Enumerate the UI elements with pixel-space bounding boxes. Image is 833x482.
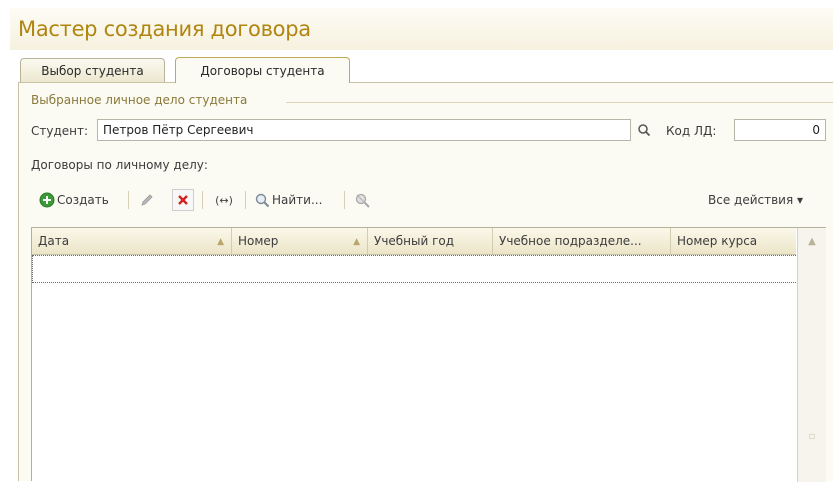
column-header-course[interactable]: Номер курса — [671, 228, 796, 254]
create-button[interactable]: Создать — [57, 193, 109, 207]
delete-icon[interactable] — [172, 189, 194, 211]
toolbar-separator — [128, 191, 129, 209]
column-label: Номер курса — [677, 234, 758, 248]
contracts-label: Договоры по личному делу: — [31, 158, 208, 172]
student-label: Студент: — [31, 124, 89, 138]
edit-icon[interactable] — [138, 191, 156, 209]
group-title: Выбранное личное дело студента — [31, 93, 248, 107]
toolbar-separator — [202, 191, 203, 209]
column-label: Дата — [38, 234, 70, 248]
code-value: 0 — [812, 123, 820, 137]
group-divider — [286, 102, 833, 103]
search-icon[interactable] — [634, 120, 654, 140]
contracts-table[interactable]: Дата ▲ Номер ▲ Учебный год Учебное подра… — [31, 227, 826, 482]
toolbar-separator — [245, 191, 246, 209]
column-header-academic-year[interactable]: Учебный год — [368, 228, 493, 254]
scroll-thumb-icon[interactable]: ▫ — [798, 426, 826, 446]
column-label: Учебный год — [374, 234, 455, 248]
student-value: Петров Пётр Сергеевич — [103, 123, 254, 137]
tab-label: Договоры студента — [200, 63, 325, 78]
expand-icon[interactable]: (↔) — [212, 191, 236, 209]
tab-student-selection[interactable]: Выбор студента — [20, 58, 165, 82]
code-field[interactable]: 0 — [734, 119, 826, 141]
add-icon[interactable] — [38, 191, 56, 209]
toolbar-separator — [344, 191, 345, 209]
page-title: Мастер создания договора — [18, 17, 311, 41]
column-label: Номер — [238, 234, 279, 248]
column-header-number[interactable]: Номер ▲ — [232, 228, 368, 254]
find-icon[interactable] — [253, 191, 271, 209]
table-row[interactable] — [32, 255, 798, 283]
tab-label: Выбор студента — [41, 63, 144, 78]
cancel-search-icon[interactable] — [352, 190, 372, 210]
sort-icon: ▲ — [217, 237, 224, 247]
scroll-up-icon[interactable]: ▲ — [798, 228, 826, 254]
sort-icon: ▲ — [353, 237, 360, 247]
student-field[interactable]: Петров Пётр Сергеевич — [97, 119, 631, 141]
all-actions-menu[interactable]: Все действия ▾ — [708, 193, 803, 207]
find-button[interactable]: Найти... — [272, 193, 322, 207]
column-label: Учебное подразделе... — [499, 234, 642, 248]
table-header: Дата ▲ Номер ▲ Учебный год Учебное подра… — [32, 228, 796, 255]
tab-student-contracts[interactable]: Договоры студента — [175, 57, 350, 83]
column-header-date[interactable]: Дата ▲ — [32, 228, 232, 254]
vertical-scrollbar[interactable]: ▲ ▫ — [797, 228, 826, 482]
column-header-department[interactable]: Учебное подразделе... — [493, 228, 671, 254]
code-label: Код ЛД: — [666, 124, 717, 138]
